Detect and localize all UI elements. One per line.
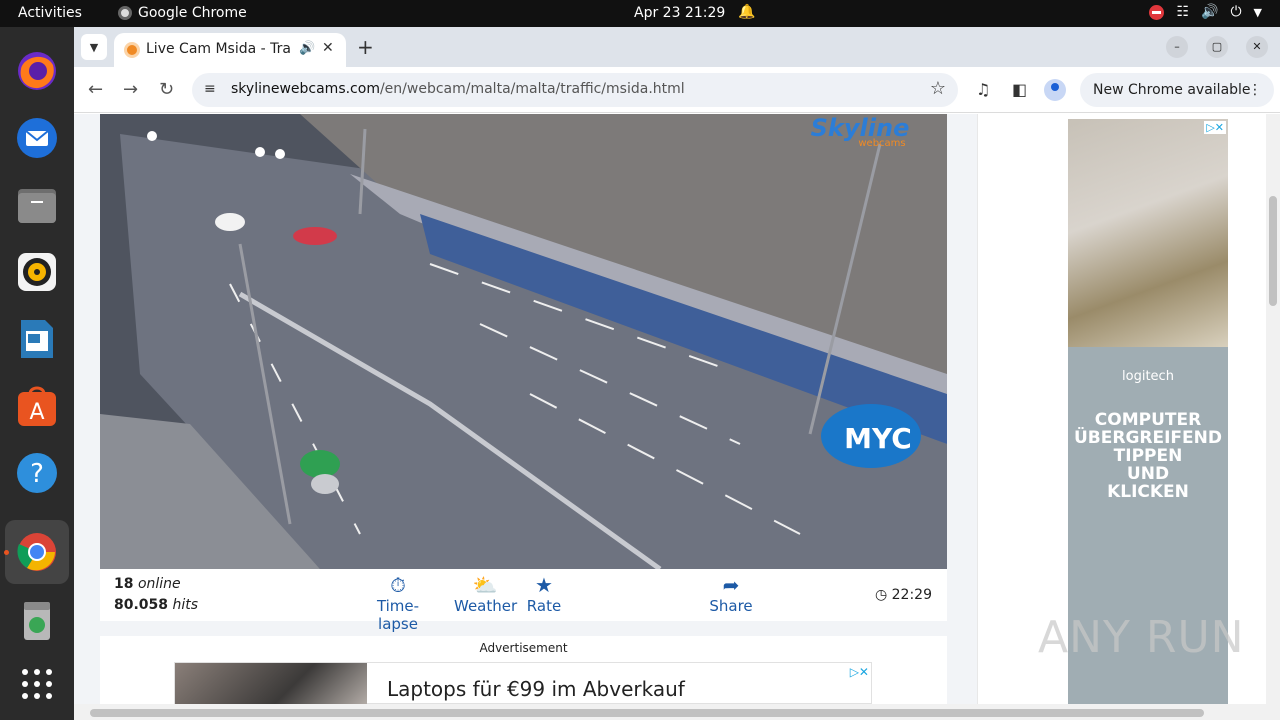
url-host: skylinewebcams.com (231, 81, 380, 97)
minimize-button[interactable]: – (1166, 36, 1188, 58)
update-label: New Chrome available (1093, 82, 1251, 98)
media-controls-icon[interactable]: ♫ (976, 80, 990, 99)
horizontal-scroll-thumb[interactable] (90, 709, 1204, 717)
writer-icon[interactable] (13, 315, 61, 363)
profile-avatar-icon[interactable] (1044, 79, 1066, 101)
side-ad-copy: COMPUTER ÜBERGREIFEND TIPPEN UND KLICKEN (1073, 410, 1222, 502)
chrome-mini-icon (118, 6, 132, 20)
webcam-frame: Skyline webcams MYC (100, 114, 947, 569)
skyline-favicon-icon (124, 42, 140, 58)
advertisement-label: Advertisement (479, 641, 568, 655)
system-tray[interactable]: ☷ 🔊 ⏻ ▼ (1149, 4, 1262, 20)
online-stat: 18 online (114, 576, 181, 592)
dock: A ? (0, 27, 74, 720)
rhythmbox-icon[interactable] (13, 248, 61, 296)
weather-button[interactable]: ⛅ Weather (454, 573, 518, 615)
files-icon[interactable] (13, 181, 61, 229)
tab-title: Live Cam Msida - Traffic (146, 41, 291, 57)
hits-count: 80.058 (114, 597, 169, 613)
side-adchoices-icon[interactable]: ▷✕ (1204, 121, 1226, 134)
chrome-icon[interactable] (13, 528, 61, 576)
side-ad-brand: logitech (1122, 369, 1174, 384)
clock-icon: ◷ (874, 587, 888, 603)
side-ad-image (1068, 119, 1228, 347)
audio-playing-icon[interactable]: 🔊 (299, 41, 315, 56)
clock[interactable]: Apr 23 21:29 (634, 5, 725, 21)
timelapse-icon: ⏱ (390, 573, 406, 597)
power-icon[interactable]: ⏻ (1230, 4, 1241, 20)
show-apps-icon[interactable] (13, 660, 61, 708)
ad-banner[interactable]: Laptops für €99 im Abverkauf ▷✕ (174, 662, 872, 704)
maximize-button[interactable]: ▢ (1206, 36, 1228, 58)
new-tab-button[interactable]: + (357, 35, 374, 59)
trash-icon[interactable] (13, 596, 61, 644)
timelapse-label: Time-lapse (376, 597, 420, 633)
weather-icon: ⛅ (472, 573, 498, 597)
side-panel-icon[interactable]: ◧ (1012, 80, 1027, 99)
ad-headline[interactable]: Laptops für €99 im Abverkauf (387, 677, 685, 701)
forward-button[interactable]: → (123, 79, 138, 100)
tab-close-icon[interactable]: ✕ (322, 40, 334, 56)
menu-kebab-icon[interactable]: ⋮ (1248, 73, 1262, 107)
vertical-scroll-thumb[interactable] (1269, 196, 1277, 306)
anyrun-watermark: ANY RUN (1038, 612, 1245, 663)
app-name: Google Chrome (138, 5, 247, 21)
tab-strip: ▼ Live Cam Msida - Traffic 🔊 ✕ + – ▢ ✕ (74, 27, 1280, 67)
vertical-scrollbar[interactable] (1266, 114, 1280, 704)
browser-toolbar: ← → ↻ ≡ skylinewebcams.com/en/webcam/mal… (74, 67, 1280, 113)
advertisement-section: Advertisement Laptops für €99 im Abverka… (100, 636, 947, 704)
chrome-update-button[interactable]: New Chrome available ⋮ (1080, 73, 1274, 107)
main-column: Skyline webcams MYC 18 online 80.058 hit… (74, 114, 977, 704)
app-center-icon[interactable]: A (13, 382, 61, 430)
online-count: 18 (114, 576, 134, 592)
share-button[interactable]: ➦ Share (706, 573, 756, 615)
svg-text:?: ? (30, 459, 44, 489)
reload-button[interactable]: ↻ (159, 79, 174, 100)
help-icon[interactable]: ? (13, 449, 61, 497)
hits-stat: 80.058 hits (114, 597, 198, 613)
star-icon: ★ (535, 573, 553, 597)
share-label: Share (709, 597, 753, 615)
myc-logo: MYC (844, 422, 912, 455)
notification-bell-icon[interactable]: 🔔 (738, 4, 755, 20)
firefox-icon[interactable] (13, 47, 61, 95)
rate-label: Rate (526, 597, 562, 615)
bookmark-star-icon[interactable]: ☆ (930, 78, 946, 99)
hits-label: hits (172, 597, 199, 613)
running-indicator (4, 550, 9, 555)
online-label: online (137, 576, 181, 592)
site-info-icon[interactable]: ≡ (204, 81, 216, 97)
horizontal-scrollbar[interactable] (74, 704, 1280, 720)
ad-laptops-image (175, 663, 367, 704)
network-icon[interactable]: ☷ (1176, 4, 1189, 20)
webcam-info-bar: 18 online 80.058 hits ⏱ Time-lapse ⛅ Wea… (100, 569, 947, 633)
app-menu[interactable]: Google Chrome (118, 5, 247, 21)
tab-active[interactable]: Live Cam Msida - Traffic 🔊 ✕ (114, 33, 346, 67)
timelapse-button[interactable]: ⏱ Time-lapse (361, 573, 435, 633)
local-time: ◷ 22:29 (875, 587, 932, 603)
svg-text:A: A (29, 400, 44, 425)
volume-icon[interactable]: 🔊 (1201, 4, 1218, 20)
webcam-player[interactable]: Skyline webcams MYC (100, 114, 947, 569)
share-icon: ➦ (722, 573, 740, 597)
tab-search-chevron-icon[interactable]: ▼ (81, 34, 107, 60)
weather-label: Weather (454, 597, 518, 615)
rate-button[interactable]: ★ Rate (524, 573, 564, 615)
url-text[interactable]: skylinewebcams.com/en/webcam/malta/malta… (231, 81, 685, 97)
system-menu-chevron-icon[interactable]: ▼ (1254, 6, 1262, 19)
thunderbird-icon[interactable] (13, 114, 61, 162)
url-path: /en/webcam/malta/malta/traffic/msida.htm… (379, 81, 685, 97)
adchoices-icon[interactable]: ▷✕ (850, 665, 869, 679)
close-window-button[interactable]: ✕ (1246, 36, 1268, 58)
back-button[interactable]: ← (88, 79, 103, 100)
do-not-disturb-icon[interactable] (1149, 4, 1165, 20)
address-bar[interactable]: ≡ skylinewebcams.com/en/webcam/malta/mal… (192, 73, 958, 107)
activities-button[interactable]: Activities (18, 5, 82, 21)
skyline-logo-sub: webcams (858, 138, 905, 149)
system-top-bar: Activities Google Chrome Apr 23 21:29 🔔 … (0, 0, 1280, 27)
local-time-value: 22:29 (891, 587, 932, 603)
